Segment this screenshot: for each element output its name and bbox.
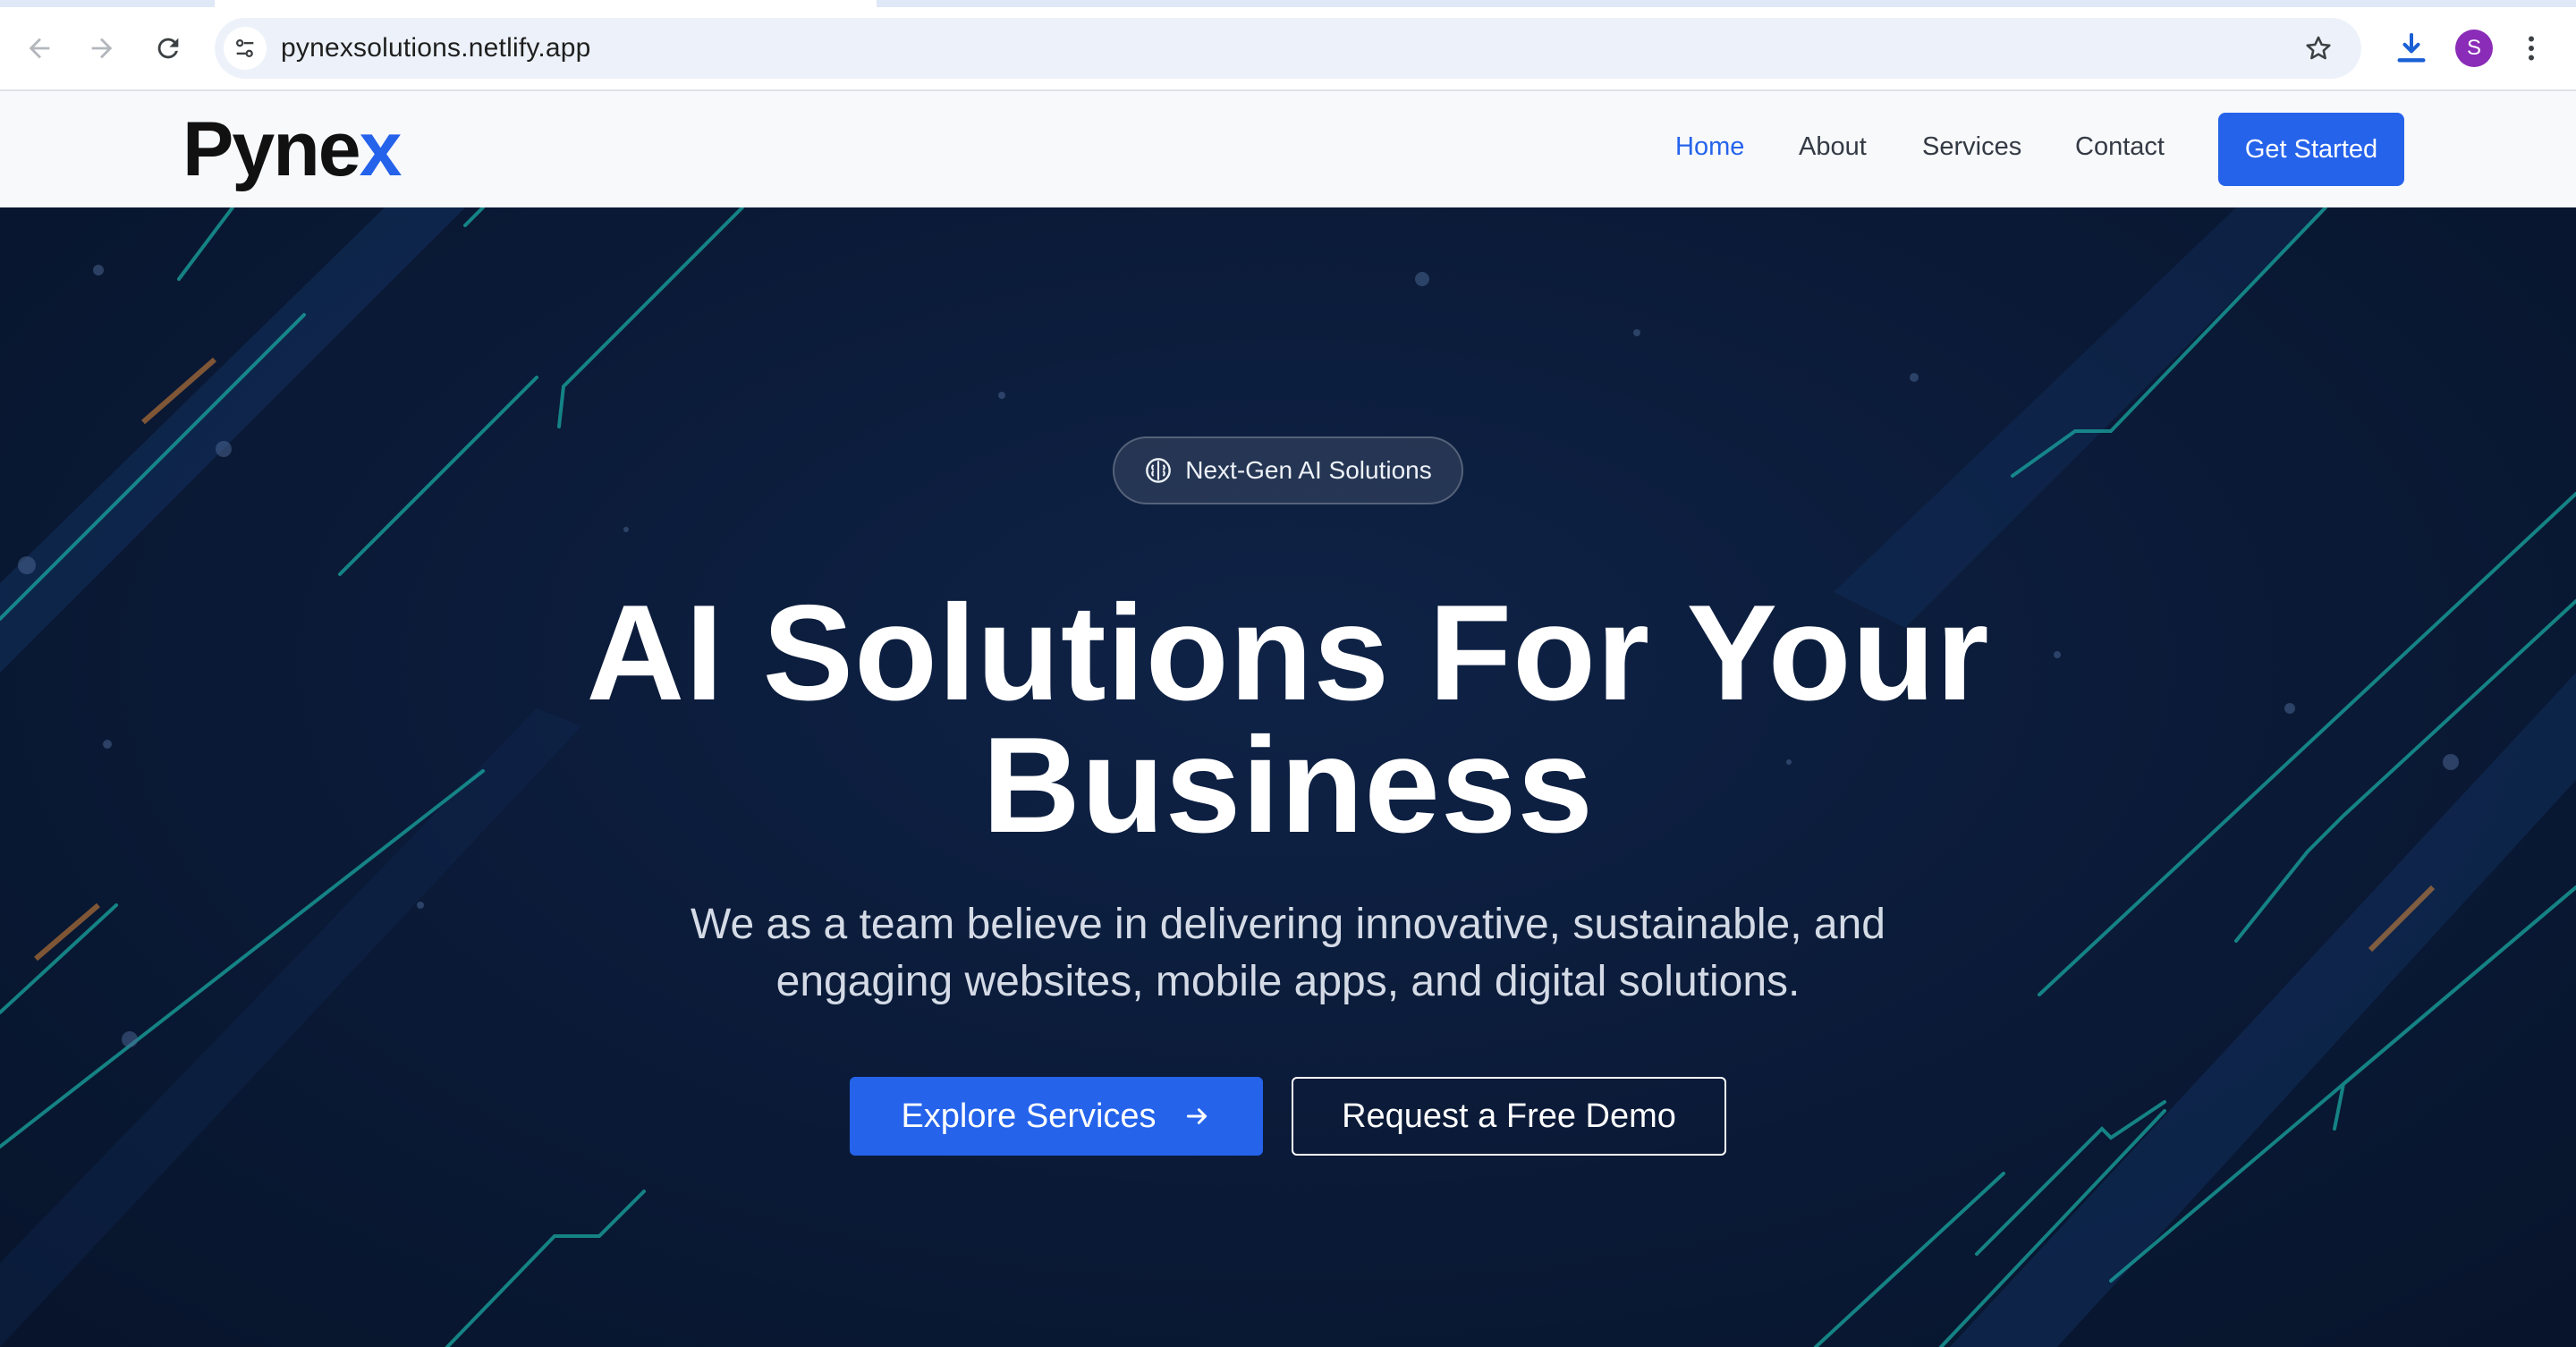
nav-home[interactable]: Home [1675,132,1744,162]
hero-badge-label: Next-Gen AI Solutions [1185,456,1432,484]
address-bar[interactable]: pynexsolutions.netlify.app [215,18,2361,79]
more-vert-icon [2529,36,2534,61]
hero-section: Next-Gen AI Solutions AI Solutions For Y… [0,208,2576,1347]
hero-headline-line1: AI Solutions For Your [586,577,1990,729]
reload-button[interactable] [147,27,190,70]
tune-icon [235,38,254,58]
browser-menu-button[interactable] [2513,25,2549,72]
downloads-button[interactable] [2388,25,2435,72]
download-icon [2397,33,2426,63]
site-info-button[interactable] [224,27,267,70]
forward-button[interactable] [80,27,123,70]
back-button[interactable] [18,27,61,70]
explore-services-label: Explore Services [901,1097,1157,1135]
hero-headline-line2: Business [982,709,1594,861]
star-icon [2306,36,2331,60]
nav-contact[interactable]: Contact [2075,132,2165,162]
logo[interactable]: Pynex [182,106,402,192]
bookmark-star-button[interactable] [2301,30,2336,66]
logo-main: Pyne [182,106,361,192]
avatar: S [2455,30,2493,67]
hero-subtext-line1: We as a team believe in delivering innov… [691,901,1885,948]
hero-subtext: We as a team believe in delivering innov… [617,896,1959,1011]
explore-services-button[interactable]: Explore Services [850,1077,1263,1156]
url-text[interactable]: pynexsolutions.netlify.app [281,18,591,79]
active-tab[interactable] [215,0,877,7]
profile-button[interactable]: S [2451,25,2497,72]
hero-badge: Next-Gen AI Solutions [1113,436,1463,504]
request-demo-button[interactable]: Request a Free Demo [1292,1077,1726,1156]
tab-strip [0,0,2576,7]
get-started-button[interactable]: Get Started [2218,113,2404,186]
brain-icon [1146,458,1172,483]
hero-subtext-line2: engaging websites, mobile apps, and digi… [775,958,1801,1005]
arrow-right-icon [91,38,113,59]
hero-headline: AI Solutions For Your Business [483,585,2093,853]
nav-about[interactable]: About [1799,132,1867,162]
nav-services[interactable]: Services [1922,132,2021,162]
logo-accent: x [359,106,402,192]
site-header: Pynex Home About Services Contact Get St… [0,91,2576,208]
arrow-right-icon [1186,1108,1207,1124]
reload-icon [157,38,179,59]
arrow-left-icon [29,38,50,59]
browser-toolbar: pynexsolutions.netlify.app S [0,0,2576,91]
